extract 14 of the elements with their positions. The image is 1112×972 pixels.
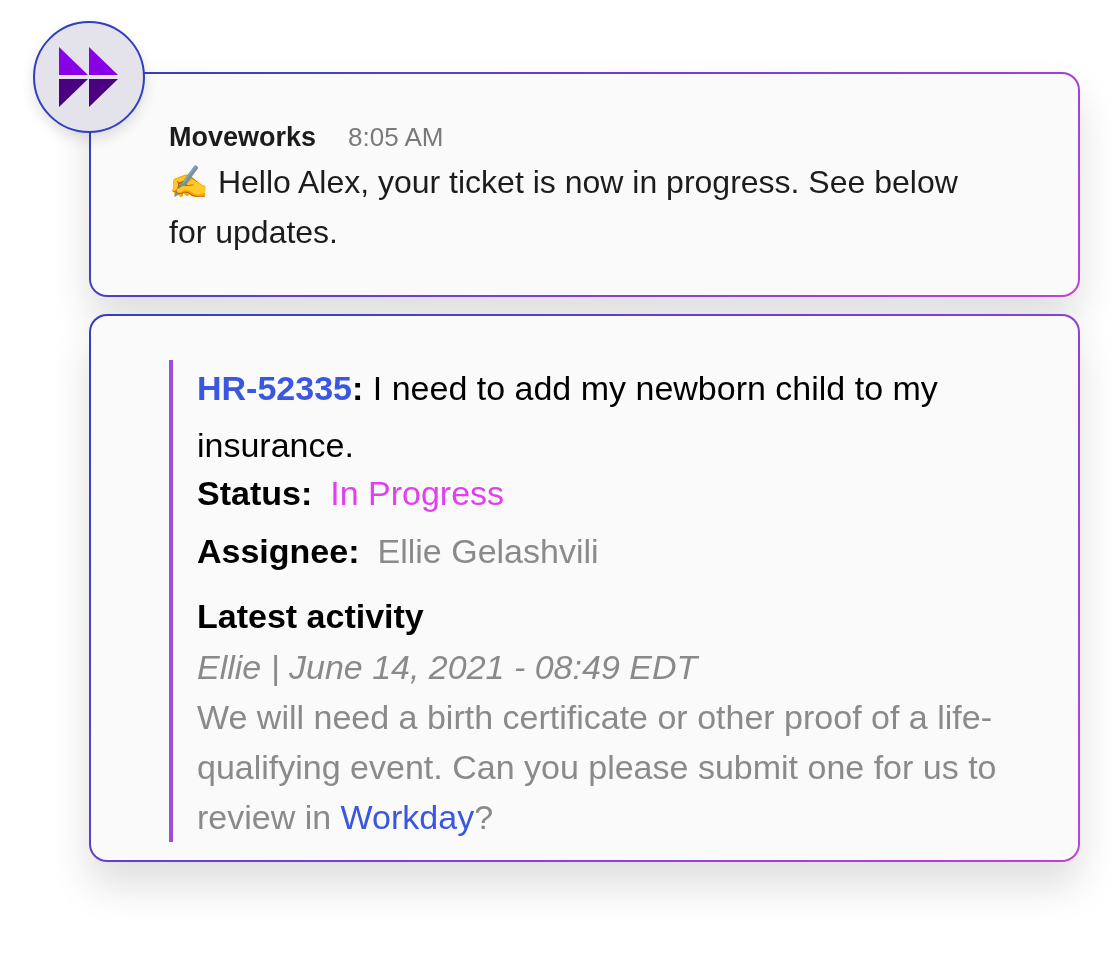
message-text: ✍ Hello Alex, your ticket is now in progress. See below for updates.: [169, 163, 959, 252]
activity-heading: Latest activity: [197, 596, 425, 637]
message-time: 8:05 AM: [348, 122, 444, 153]
fast-forward-logo-icon: [59, 47, 119, 107]
activity-text: We will need a birth certificate or other proof of a life-qualifying event. Can you please submit one for us to review in Workday?: [197, 697, 997, 838]
activity-meta: Ellie | June 14, 2021 - 08:49 EDT: [197, 647, 701, 688]
field-label: Status:: [197, 474, 313, 513]
field-value: Ellie Gelashvili: [377, 532, 599, 571]
ticket-link[interactable]: HR-52335: [197, 369, 352, 407]
workday-link[interactable]: Workday: [340, 798, 475, 836]
ticket-summary: HR-52335: I need to add my newborn child to my insurance.: [197, 368, 939, 466]
sender-name: Moveworks: [169, 122, 317, 153]
field-value: In Progress: [330, 474, 505, 513]
field-label: Assignee:: [197, 532, 360, 571]
